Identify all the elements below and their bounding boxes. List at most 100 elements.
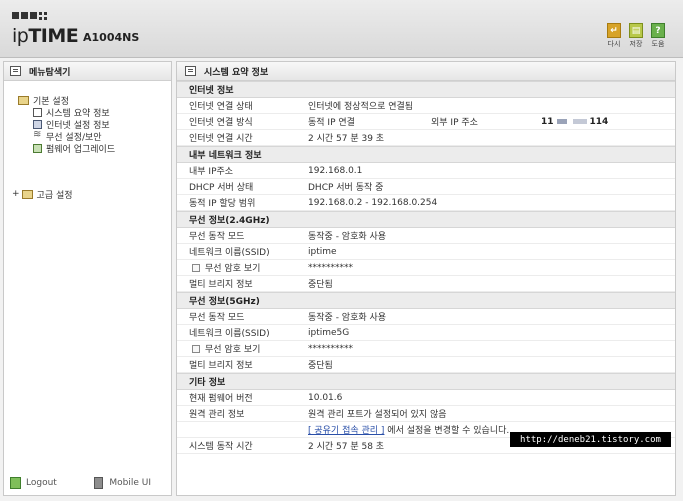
logout-label: Logout [26,478,57,488]
menu-tree: 기본 설정 시스템 요약 정보 인터넷 설정 정보 무선 설정/보안 펌웨어 업… [18,94,116,155]
row-value: 2 시간 57 분 39 초 [308,134,385,144]
folder-icon [18,95,29,105]
header: ipTIME A1004NS ↵ 다시 ▤ 저장 ? 도움 [0,0,683,58]
row-dhcp-range: 동적 IP 할당 범위 192.168.0.2 - 192.168.0.254 [177,195,675,211]
save-button[interactable]: ▤ 저장 [627,23,645,49]
document-icon [33,107,42,117]
row-wifi24-ssid: 네트워크 이름(SSID) iptime [177,244,675,260]
save-icon: ▤ [629,23,643,38]
logo-mark [12,12,47,20]
row-label: 무선 동작 모드 [189,232,245,242]
redacted-block [556,119,567,124]
logout-button[interactable]: Logout [10,477,57,489]
help-button[interactable]: ? 도움 [649,23,667,49]
row-label: 멀티 브리지 정보 [189,280,253,290]
row-label: 네트워크 이름(SSID) [189,329,270,339]
row-wifi5-bridge: 멀티 브리지 정보 중단됨 [177,357,675,373]
row-value: 동작중 - 암호화 사용 [308,313,387,323]
row-value: 10.01.6 [308,392,343,403]
tree-item-system-summary[interactable]: 시스템 요약 정보 [33,106,115,119]
row-dhcp-status: DHCP 서버 상태 DHCP 서버 동작 중 [177,179,675,195]
row-wifi5-ssid: 네트워크 이름(SSID) iptime5G [177,325,675,341]
redacted-block [572,119,587,124]
menu-explorer-title: 메뉴탐색기 [29,67,71,78]
row-wifi5-mode: 무선 동작 모드 동작중 - 암호화 사용 [177,309,675,325]
expand-icon: + [12,189,20,199]
tree-item-firmware-upgrade[interactable]: 펌웨어 업그레이드 [33,142,116,155]
row-label: 현재 펌웨어 버전 [189,394,253,404]
section-etc: 기타 정보 [177,373,675,390]
row-value: DHCP 서버 동작 중 [308,183,384,193]
tree-item-wireless-security[interactable]: 무선 설정/보안 [33,129,115,143]
external-ip-start: 11 [541,116,554,127]
row-lan-ip: 내부 IP주소 192.168.0.1 [177,163,675,179]
logout-icon [10,477,21,489]
upgrade-icon [33,143,42,153]
folder-icon [21,189,33,199]
row-label: 시스템 동작 시간 [189,442,253,452]
summary-icon [185,66,196,76]
row-value: 원격 관리 포트가 설정되어 있지 않음 [308,410,447,420]
row-value: 중단됨 [308,361,333,371]
tree-item-internet-settings[interactable]: 인터넷 설정 정보 [33,118,115,131]
section-lan: 내부 네트워크 정보 [177,146,675,163]
system-summary-panel: 시스템 요약 정보 인터넷 정보 인터넷 연결 상태 인터넷에 정상적으로 연결… [176,61,676,496]
tree-advanced-settings[interactable]: + 고급 설정 [12,188,73,201]
row-firmware: 현재 펌웨어 버전 10.01.6 [177,390,675,406]
tree-basic-settings[interactable]: 기본 설정 [18,94,115,107]
system-summary-header: 시스템 요약 정보 [177,62,675,81]
row-label: 네트워크 이름(SSID) [189,248,270,258]
external-ip-end: 114 [589,116,609,127]
row-label: 인터넷 연결 상태 [189,102,253,112]
row-value: iptime5G [308,327,350,338]
row-label: 인터넷 연결 방식 [189,118,253,128]
watermark: http://deneb21.tistory.com [510,432,671,447]
model-name: A1004NS [83,31,140,44]
row-label: 내부 IP주소 [189,167,234,177]
show-password-toggle-24[interactable]: 무선 암호 보기 [177,261,308,274]
show-password-checkbox[interactable] [192,263,200,272]
row-label: 인터넷 연결 시간 [189,134,253,144]
row-value: 인터넷에 정상적으로 연결됨 [308,102,414,112]
row-remote-management: 원격 관리 정보 원격 관리 포트가 설정되어 있지 않음 [177,406,675,422]
reload-icon: ↵ [607,23,621,38]
row-wifi24-mode: 무선 동작 모드 동작중 - 암호화 사용 [177,228,675,244]
menu-icon [10,66,21,76]
section-internet: 인터넷 정보 [177,81,675,98]
sidebar-footer: Logout Mobile UI [10,477,165,489]
external-ip-label: 외부 IP 주소 [431,118,478,128]
menu-explorer-header: 메뉴탐색기 [4,62,171,81]
row-value: [ 공유기 접속 관리 ] 에서 설정을 변경할 수 있습니다. [308,423,509,436]
row-internet-method: 인터넷 연결 방식 동적 IP 연결 외부 IP 주소 11 114 [177,114,675,130]
row-value: 동작중 - 암호화 사용 [308,232,387,242]
brand-logo: ipTIME [12,25,79,47]
save-label: 저장 [629,40,643,48]
page-title: 시스템 요약 정보 [204,67,269,78]
section-wifi-5: 무선 정보(5GHz) [177,292,675,309]
row-value: 중단됨 [308,280,333,290]
row-wifi24-password: 무선 암호 보기 ********** [177,260,675,276]
row-value: 동적 IP 연결 [308,118,355,128]
row-value: ********** [308,343,353,354]
row-internet-uptime: 인터넷 연결 시간 2 시간 57 분 39 초 [177,130,675,146]
show-password-toggle-5[interactable]: 무선 암호 보기 [177,342,308,355]
mobile-icon [94,477,104,489]
tree-item-label: 펌웨어 업그레이드 [46,144,116,155]
row-value: 192.168.0.1 [308,165,363,176]
row-label: 무선 동작 모드 [189,313,245,323]
row-value: 2 시간 57 분 58 초 [308,442,385,452]
router-access-management-link[interactable]: [ 공유기 접속 관리 ] [308,426,384,436]
row-wifi24-bridge: 멀티 브리지 정보 중단됨 [177,276,675,292]
row-wifi5-password: 무선 암호 보기 ********** [177,341,675,357]
wireless-icon [33,129,42,141]
row-value: ********** [308,262,353,273]
help-icon: ? [651,23,665,38]
remote-note: 에서 설정을 변경할 수 있습니다. [384,426,510,436]
mobile-ui-label: Mobile UI [109,478,151,488]
row-label: 동적 IP 할당 범위 [189,199,256,209]
reload-button[interactable]: ↵ 다시 [605,23,623,49]
mobile-ui-button[interactable]: Mobile UI [94,477,151,489]
external-ip-value: 11 114 [541,117,608,127]
show-password-checkbox[interactable] [192,344,200,353]
menu-explorer: 메뉴탐색기 기본 설정 시스템 요약 정보 인터넷 설정 정보 무선 설정/보안… [3,61,172,496]
